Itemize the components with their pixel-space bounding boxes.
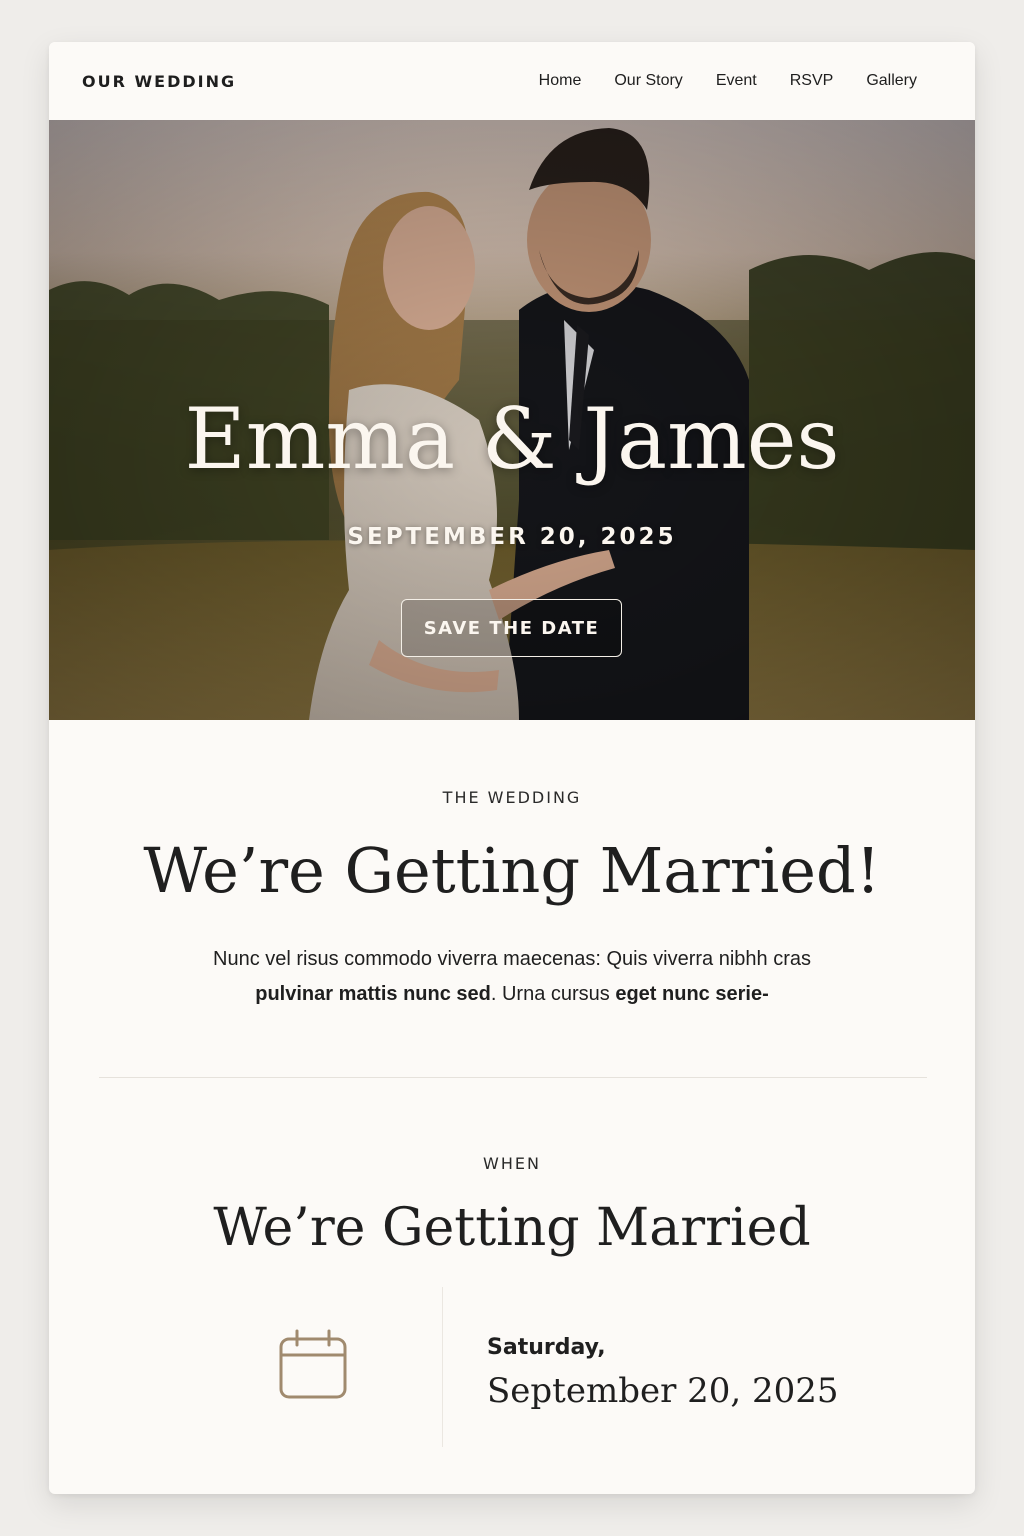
intro-text-bold-b: eget nunc serie- xyxy=(615,983,769,1005)
nav-home[interactable]: Home xyxy=(539,72,582,90)
when-eyebrow: WHEN xyxy=(483,1154,541,1173)
date-divider xyxy=(442,1287,443,1447)
intro-text-line-1: Nunc vel risus commodo viverra maecenas:… xyxy=(213,948,811,970)
couple-names: Emma & James xyxy=(184,390,840,488)
nav-our-story[interactable]: Our Story xyxy=(614,72,682,90)
event-date: September 20, 2025 xyxy=(487,1371,839,1411)
save-the-date-button[interactable]: SAVE THE DATE xyxy=(401,599,622,657)
section-divider xyxy=(99,1077,927,1078)
event-day: Saturday, xyxy=(487,1335,606,1360)
page-card: OUR WEDDING Home Our Story Event RSVP Ga… xyxy=(49,42,975,1494)
site-brand[interactable]: OUR WEDDING xyxy=(82,72,236,91)
intro-text-mid: . Urna cursus xyxy=(490,983,616,1005)
intro-paragraph: Nunc vel risus commodo viverra maecenas:… xyxy=(169,942,855,1012)
main-nav: Home Our Story Event RSVP Gallery xyxy=(539,72,917,90)
hero-date: SEPTEMBER 20, 2025 xyxy=(347,524,677,550)
hero-section: Emma & James SEPTEMBER 20, 2025 SAVE THE… xyxy=(49,120,975,720)
intro-text-bold-a: pulvinar mattis nunc sed xyxy=(255,983,491,1005)
intro-eyebrow: THE WEDDING xyxy=(442,788,582,807)
calendar-icon xyxy=(279,1329,349,1406)
date-row: Saturday, September 20, 2025 xyxy=(49,1287,975,1447)
intro-title: We’re Getting Married! xyxy=(143,834,881,907)
when-title: We’re Getting Married xyxy=(213,1198,811,1258)
nav-event[interactable]: Event xyxy=(716,72,757,90)
nav-gallery[interactable]: Gallery xyxy=(866,72,917,90)
site-header: OUR WEDDING Home Our Story Event RSVP Ga… xyxy=(49,42,975,120)
nav-rsvp[interactable]: RSVP xyxy=(790,72,834,90)
